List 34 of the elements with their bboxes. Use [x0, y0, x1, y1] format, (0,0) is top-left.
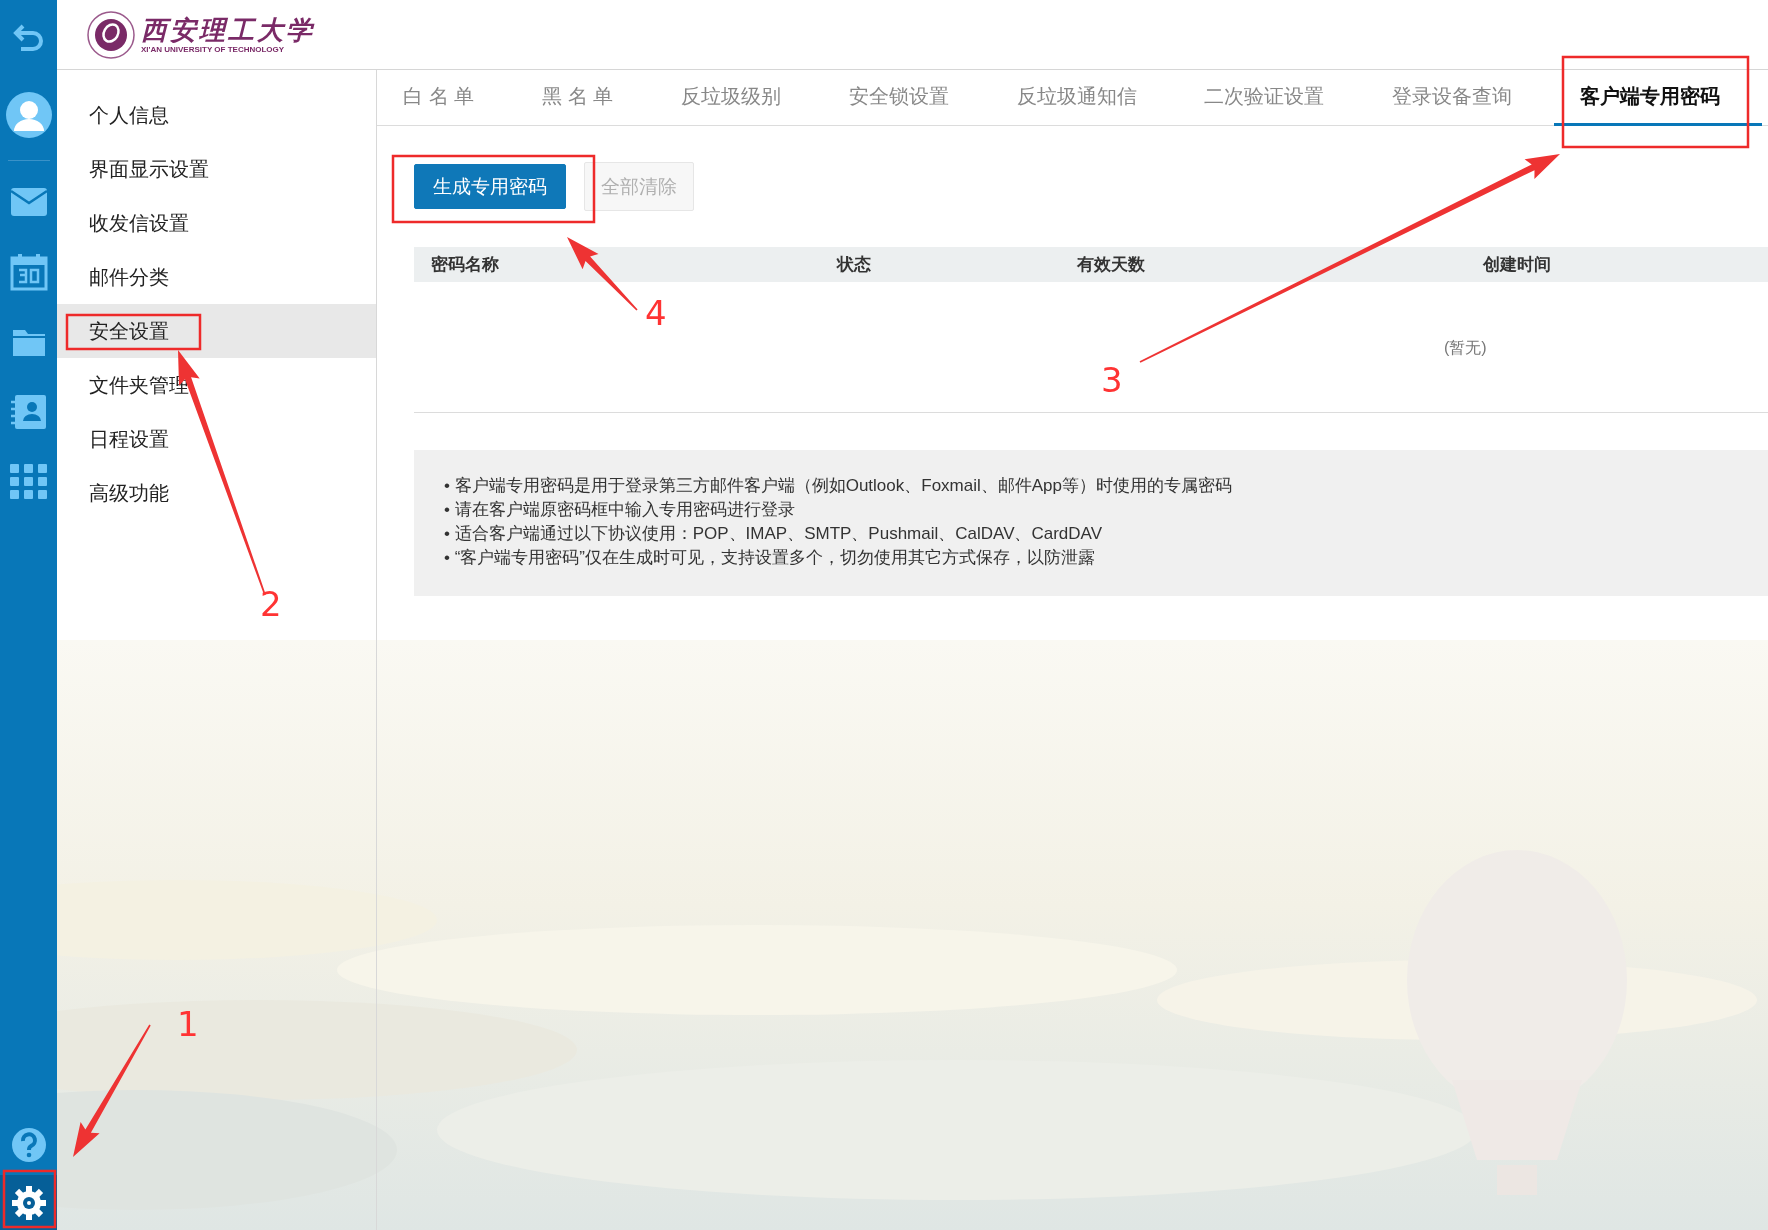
annotation-number: 2 [260, 586, 282, 622]
column-header: 有效天数 [1076, 254, 1146, 276]
note-text: • 请在客户端原密码框中输入专用密码进行登录 [444, 499, 796, 521]
tab[interactable]: 白 名 单 [377, 70, 516, 126]
tab[interactable]: 登录设备查询 [1366, 70, 1555, 126]
tab[interactable]: 客户端专用密码 [1554, 70, 1762, 126]
annotation-number: 4 [645, 295, 667, 331]
sidebar-item[interactable]: 个人信息 [57, 88, 376, 142]
settings-icon[interactable] [0, 1175, 57, 1230]
column-header: 创建时间 [1482, 254, 1552, 276]
tab[interactable]: 反垃圾级别 [654, 70, 823, 126]
annotation-number: 3 [1101, 362, 1123, 398]
note-text: • 适合客户端通过以下协议使用：POP、IMAP、SMTP、Pushmail、CalDAV、CardDAV [444, 523, 1104, 545]
university-name: 西安理工大学 [141, 14, 315, 45]
sidebar-item[interactable]: 邮件分类 [57, 250, 376, 304]
generate-password-button[interactable]: 生成专用密码 [414, 164, 566, 209]
column-header: 密码名称 [430, 254, 500, 276]
tab[interactable]: 二次验证设置 [1178, 70, 1367, 126]
tab[interactable]: 安全锁设置 [822, 70, 991, 126]
sidebar-item[interactable]: 安全设置 [57, 304, 376, 358]
empty-table-text: (暂无) [1444, 338, 1488, 358]
note-text: • “客户端专用密码”仅在生成时可见，支持设置多个，切勿使用其它方式保存，以防泄露 [444, 547, 1096, 569]
tab[interactable]: 反垃圾通知信 [990, 70, 1179, 126]
sidebar-item[interactable]: 日程设置 [57, 412, 376, 466]
note-text: • 客户端专用密码是用于登录第三方邮件客户端（例如Outlook、Foxmail、邮件App等）时使用的专属密码 [444, 475, 1234, 497]
sidebar-item[interactable]: 界面显示设置 [57, 142, 376, 196]
sidebar-item[interactable]: 收发信设置 [57, 196, 376, 250]
column-header: 状态 [835, 254, 872, 276]
sidebar-item[interactable]: 高级功能 [57, 466, 376, 520]
annotation-frame [2, 1169, 57, 1229]
university-subtitle: XI'AN UNIVERSITY OF TECHNOLOGY [141, 44, 286, 55]
tab[interactable]: 黑 名 单 [515, 70, 655, 126]
annotation-number: 1 [177, 1006, 199, 1042]
university-seal-icon [87, 10, 135, 59]
